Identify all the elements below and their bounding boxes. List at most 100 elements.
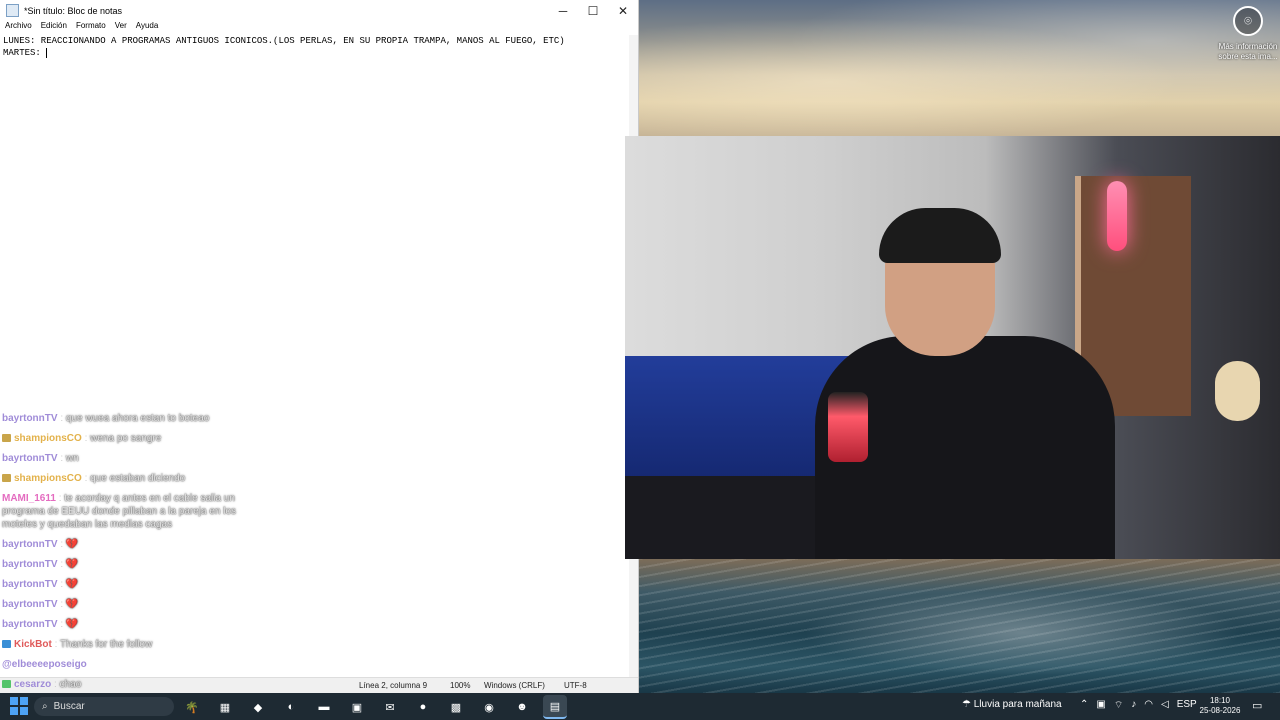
chat-username[interactable]: bayrtonnTV	[2, 559, 58, 570]
menu-archivo[interactable]: Archivo	[5, 21, 32, 34]
chat-username[interactable]: bayrtonnTV	[2, 413, 58, 424]
chat-badge-icon	[2, 474, 11, 483]
taskbar-app-chrome[interactable]: ●	[411, 695, 435, 719]
webcam-feed	[625, 136, 1280, 559]
cursor-position: Línea 2, columna 9	[359, 681, 428, 690]
discord-icon: ☻	[516, 701, 528, 713]
close-button[interactable]: ✕	[608, 4, 638, 18]
chat-username[interactable]: bayrtonnTV	[2, 539, 58, 550]
stream-chat-overlay: bayrtonnTV : que wuea ahora estan to bot…	[2, 412, 262, 718]
text-caret	[46, 47, 48, 58]
task-view-icon: ▦	[219, 701, 231, 714]
taskbar-app-store[interactable]: ▣	[345, 695, 369, 719]
network-icon[interactable]: ⌔	[1114, 699, 1123, 712]
menu-ver[interactable]: Ver	[115, 21, 127, 34]
obs-icon: ◉	[484, 701, 494, 714]
notepad-icon: ▤	[549, 700, 561, 713]
menu-formato[interactable]: Formato	[76, 21, 106, 34]
chat-message: bayrtonnTV : 💔	[2, 619, 79, 630]
weather-widget[interactable]: ☂ Lluvia para mañana	[962, 699, 1062, 710]
notepad-titlebar[interactable]: *Sin título: Bloc de notas ─ ☐ ✕	[0, 0, 638, 21]
weather-icon: ☂	[962, 699, 971, 710]
taskbar-app-discord[interactable]: ☻	[510, 695, 534, 719]
window-title: *Sin título: Bloc de notas	[24, 5, 123, 16]
chat-username[interactable]: bayrtonnTV	[2, 599, 58, 610]
chat-username[interactable]: bayrtonnTV	[2, 619, 58, 630]
chat-text: wena po sangre	[90, 433, 162, 444]
chat-message: shampionsCO : wena po sangre	[2, 432, 262, 445]
chat-text: que estaban diciendo	[90, 473, 186, 484]
chat-username[interactable]: KickBot	[14, 639, 52, 650]
start-button[interactable]	[10, 697, 28, 715]
minimize-button[interactable]: ─	[548, 4, 578, 18]
edge-icon: ◐	[287, 701, 295, 713]
chat-text: wn	[65, 453, 79, 464]
zoom-level: 100%	[450, 681, 471, 690]
desktop-wallpaper-sea	[638, 558, 1280, 694]
taskbar-app-task-view[interactable]: ▦	[213, 695, 237, 719]
chat-message: cesarzo : chao	[2, 678, 262, 691]
taskbar-app-edge[interactable]: ◐	[279, 695, 303, 719]
text-editor[interactable]: LUNES: REACCIONANDO A PROGRAMAS ANTIGUOS…	[3, 35, 628, 59]
taskbar-app-file-explorer[interactable]: ▬	[312, 695, 336, 719]
taskbar-app-notepad[interactable]: ▤	[543, 695, 567, 719]
chat-message: bayrtonnTV : que wuea ahora estan to bot…	[2, 413, 210, 424]
taskbar-app-mail[interactable]: ✉	[378, 695, 402, 719]
camera-info-icon: ⌾	[1233, 6, 1263, 36]
chat-text: 💔	[65, 539, 79, 550]
copilot-icon: ◆	[253, 701, 263, 714]
desktop-info-shortcut[interactable]: ⌾ Más información sobre esta ima...	[1218, 6, 1278, 62]
tray-app-icon[interactable]: ▣	[1096, 699, 1105, 712]
chat-text: 💔	[65, 559, 79, 570]
chat-text: 💔	[65, 619, 79, 630]
chat-message: shampionsCO : que estaban diciendo	[2, 472, 262, 485]
menu-ayuda[interactable]: Ayuda	[136, 21, 159, 34]
notification-icon[interactable]: ▭	[1252, 699, 1262, 712]
chat-badge-icon	[2, 640, 11, 649]
desktop-wallpaper-sky	[638, 0, 1280, 136]
microphone	[828, 392, 868, 462]
notepad-app-icon	[6, 4, 19, 17]
minecraft-icon: ▩	[450, 701, 462, 714]
chat-badge-icon	[2, 680, 11, 689]
chat-message: @elbeeeeposeigo	[2, 658, 262, 671]
taskbar-app-copilot[interactable]: ◆	[246, 695, 270, 719]
clock-time: 18:10	[1209, 696, 1231, 705]
wifi-icon[interactable]: ◠	[1144, 699, 1153, 712]
clock-date: 25-08-2026	[1199, 706, 1241, 715]
store-icon: ▣	[351, 701, 363, 714]
editor-line: MARTES:	[3, 48, 47, 58]
microphone-icon[interactable]: ♪	[1131, 699, 1136, 712]
chat-message: bayrtonnTV : 💔	[2, 579, 79, 590]
editor-line: LUNES: REACCIONANDO A PROGRAMAS ANTIGUOS…	[3, 36, 565, 46]
taskbar-app-obs[interactable]: ◉	[477, 695, 501, 719]
streamer	[815, 208, 1115, 559]
chat-username[interactable]: bayrtonnTV	[2, 579, 58, 590]
mail-icon: ✉	[385, 701, 395, 714]
menu-edicion[interactable]: Edición	[41, 21, 67, 34]
desktop-info-label: Más información sobre esta ima...	[1218, 42, 1278, 61]
chat-username[interactable]: shampionsCO	[14, 433, 82, 444]
chat-username[interactable]: MAMI_1611	[2, 493, 56, 504]
search-placeholder: Buscar	[53, 701, 85, 712]
chat-text: chao	[59, 679, 82, 690]
chat-username[interactable]: shampionsCO	[14, 473, 82, 484]
volume-icon[interactable]: ◁	[1161, 699, 1169, 712]
taskbar-app-minecraft[interactable]: ▩	[444, 695, 468, 719]
chat-username[interactable]: @elbeeeeposeigo	[2, 659, 87, 670]
maximize-button[interactable]: ☐	[578, 4, 608, 18]
clock[interactable]: 18:10 25-08-2026	[1198, 696, 1242, 716]
chat-text: 💔	[65, 599, 79, 610]
chat-username[interactable]: cesarzo	[14, 679, 51, 690]
chat-username[interactable]: bayrtonnTV	[2, 453, 58, 464]
chat-badge-icon	[2, 434, 11, 443]
taskbar-app-game-thumbnail[interactable]: 🌴	[180, 695, 204, 719]
chevron-up-icon[interactable]: ⌃	[1080, 699, 1088, 712]
chat-message: MAMI_1611 : te acorday q antes en el cab…	[2, 493, 237, 530]
chrome-icon: ●	[419, 701, 427, 713]
line-ending: Windows (CRLF)	[484, 681, 545, 690]
weather-text: Lluvia para mañana	[973, 699, 1062, 710]
file-explorer-icon: ▬	[318, 701, 330, 713]
search-box[interactable]: ⌕ Buscar	[34, 697, 174, 716]
language-indicator[interactable]: ESP	[1177, 699, 1197, 712]
